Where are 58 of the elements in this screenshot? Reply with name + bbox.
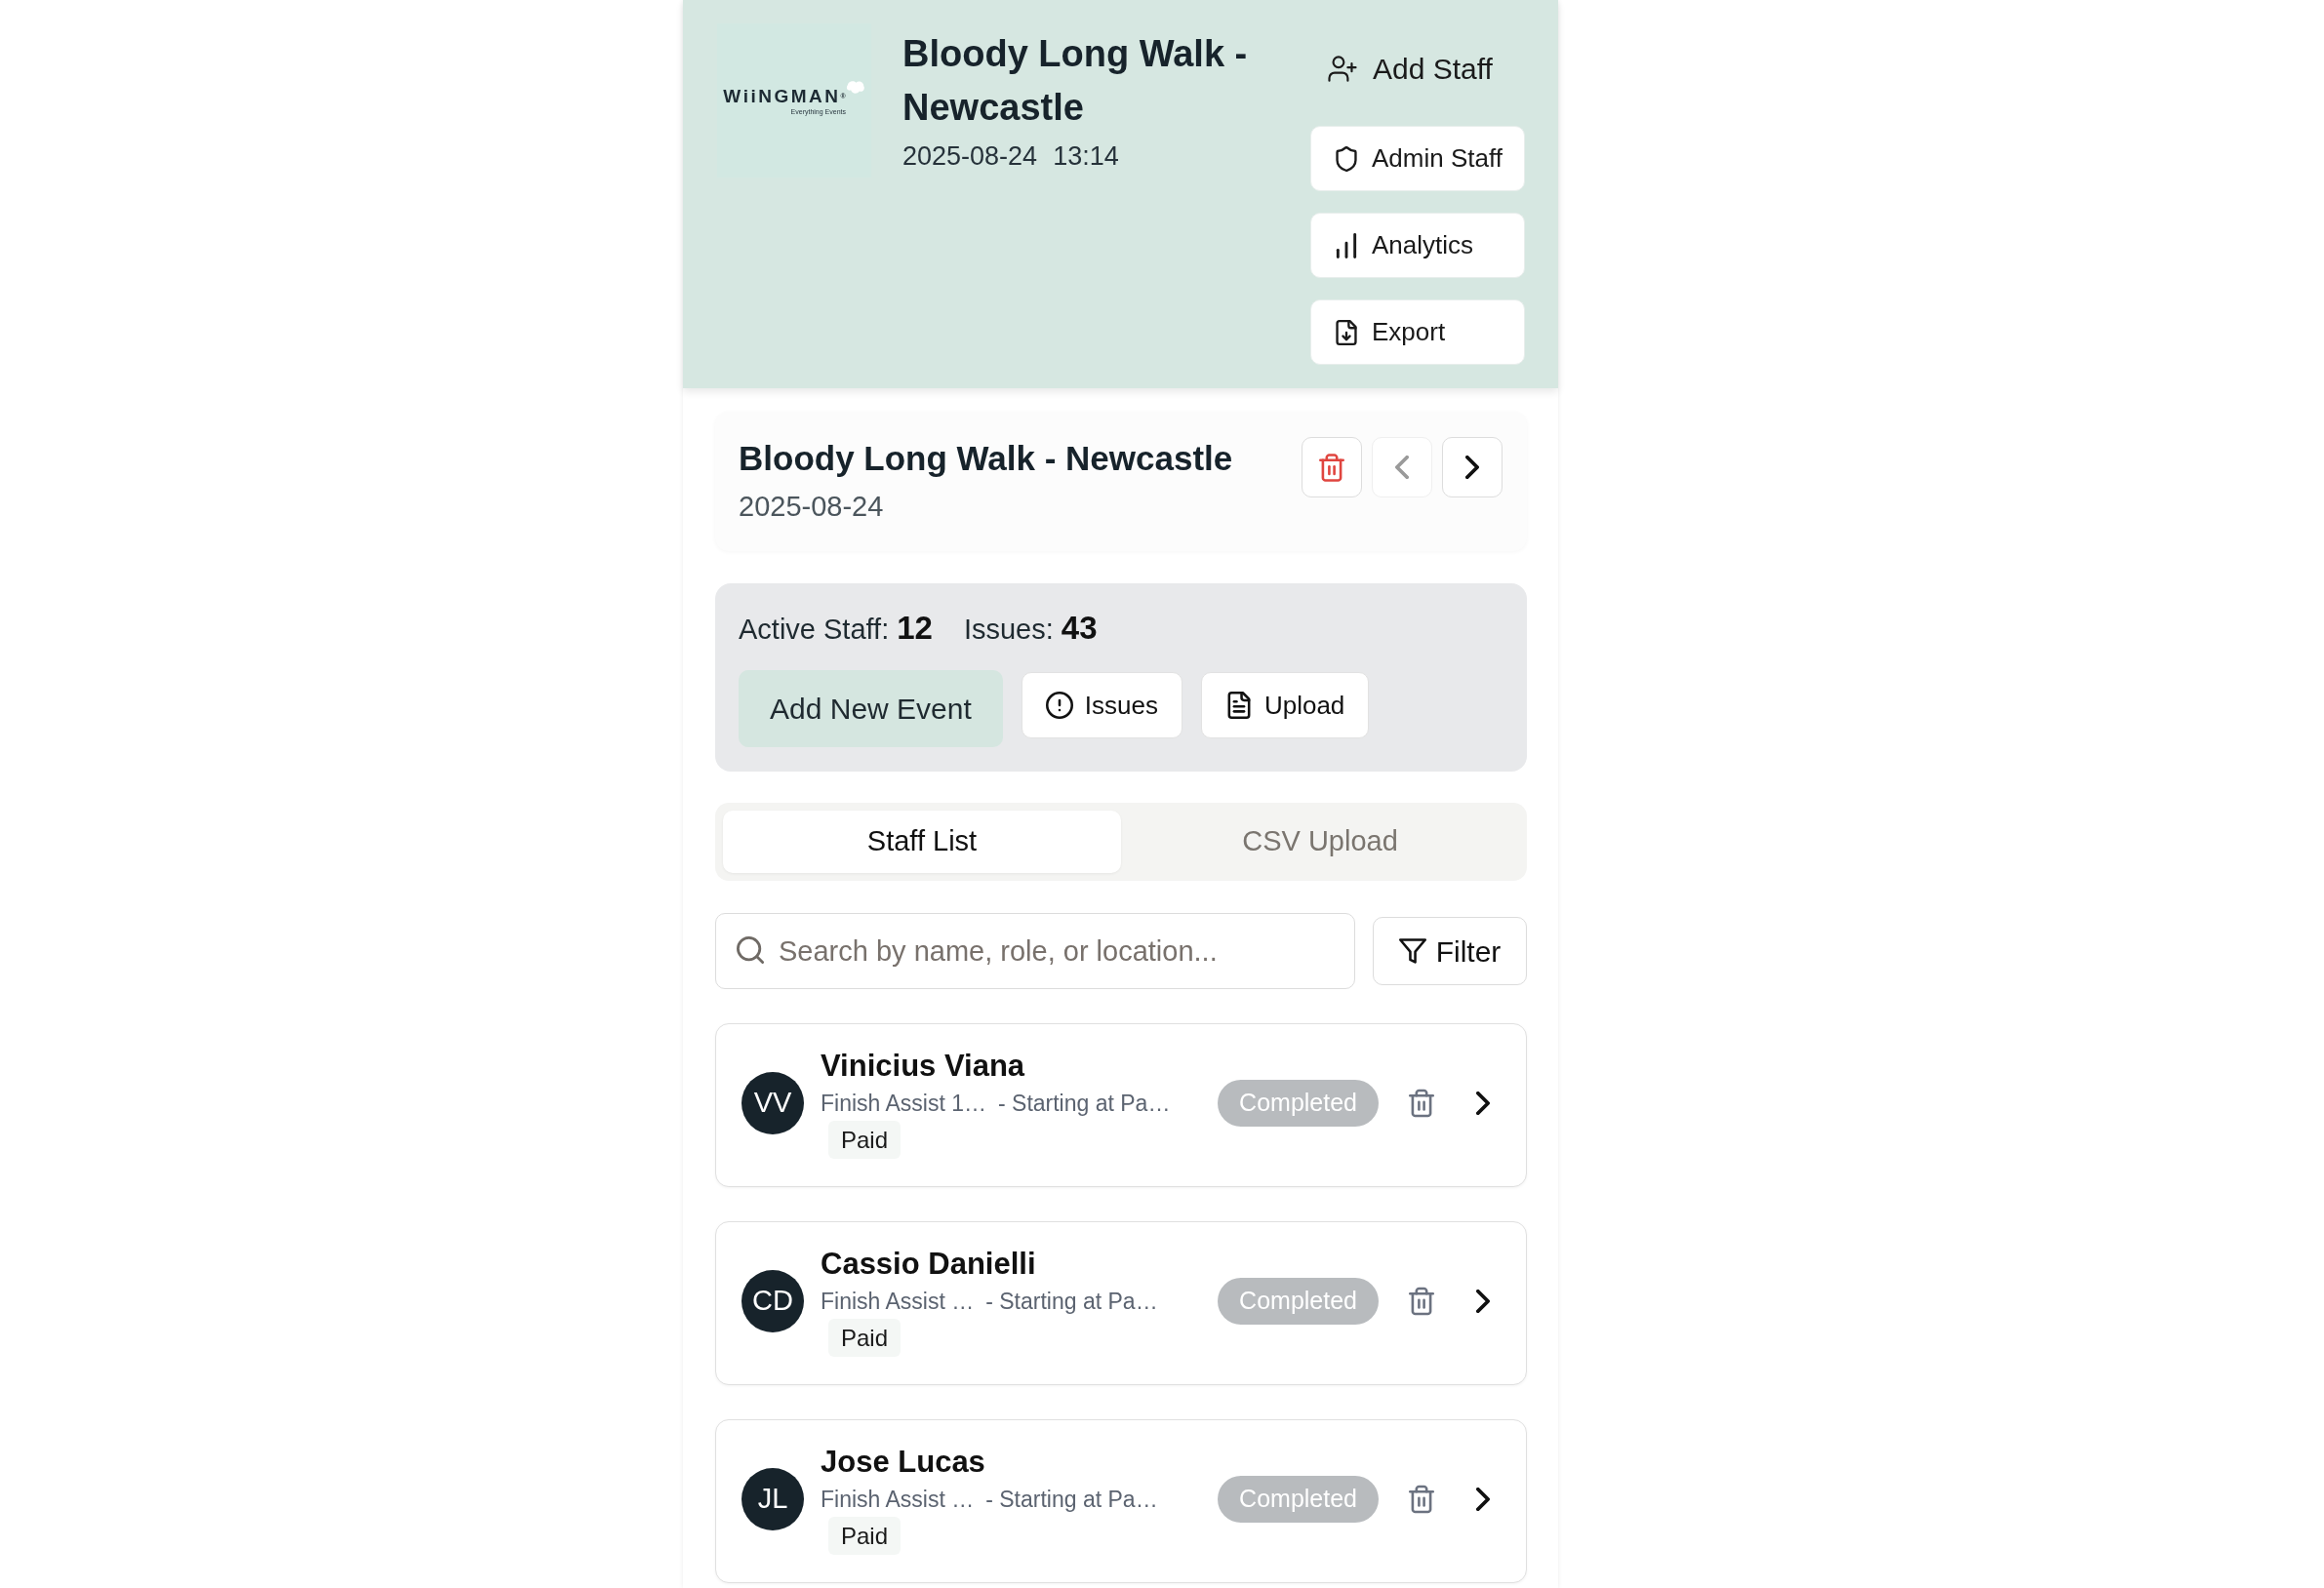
trash-icon[interactable] [1409, 1088, 1434, 1118]
staff-location: - Starting at Pa… [998, 1090, 1171, 1118]
stat-value: 12 [897, 609, 933, 648]
payment-tag: Paid [828, 1121, 902, 1159]
bar-chart-icon [1335, 232, 1358, 258]
status-pill: Completed [1218, 1079, 1379, 1127]
trash-icon[interactable] [1409, 1484, 1434, 1514]
trash-icon [1319, 453, 1344, 482]
trash-icon[interactable] [1409, 1286, 1434, 1316]
avatar: CD [741, 1269, 804, 1332]
avatar: JL [741, 1467, 804, 1530]
avatar: VV [741, 1071, 804, 1134]
action-button[interactable]: Issues [1021, 672, 1182, 738]
search-field[interactable]: Search by name, role, or location... [715, 913, 1355, 989]
filter-button[interactable]: Filter [1373, 917, 1527, 985]
staff-location: - Starting at Pa… [985, 1288, 1158, 1316]
staff-name: Vinicius Viana [821, 1048, 1025, 1085]
event-title: Bloody Long Walk - Newcastle [739, 438, 1233, 479]
staff-role: Finish Assist … [821, 1288, 975, 1316]
text-button[interactable]: Add Staff [1310, 39, 1525, 98]
chevron-left-icon [1395, 456, 1409, 479]
event-date: 2025-08-24 [739, 490, 884, 524]
action-button[interactable]: Export [1310, 299, 1525, 365]
staff-role: Finish Assist 1… [821, 1090, 986, 1118]
file-download-icon [1335, 319, 1358, 345]
chevron-right-icon[interactable] [1476, 1487, 1490, 1511]
add-event-button[interactable]: Add New Event [739, 670, 1003, 747]
staff-name: Jose Lucas [821, 1444, 985, 1481]
event-time: 13:14 [1053, 140, 1119, 173]
payment-tag: Paid [828, 1517, 902, 1555]
event-title: Bloody Long Walk - Newcastle [902, 32, 1249, 130]
chevron-right-icon [1465, 456, 1479, 479]
stat-value: 43 [1061, 609, 1098, 648]
status-pill: Completed [1218, 1277, 1379, 1325]
event-date: 2025-08-24 [902, 140, 1038, 173]
tab[interactable]: Staff List [723, 811, 1121, 873]
action-button[interactable]: Upload [1200, 672, 1370, 738]
delete-button[interactable] [1302, 437, 1362, 497]
staff-location: - Starting at Pa… [985, 1486, 1158, 1514]
stat-label: Active Staff: [739, 613, 890, 647]
staff-name: Cassio Danielli [821, 1246, 1036, 1283]
filter-icon [1398, 938, 1426, 964]
next-button[interactable] [1442, 437, 1503, 497]
action-button[interactable]: Admin Staff [1310, 126, 1525, 191]
tab[interactable]: CSV Upload [1121, 811, 1519, 873]
action-button[interactable]: Analytics [1310, 213, 1525, 278]
search-icon [737, 936, 764, 964]
shield-icon [1335, 145, 1358, 172]
user-plus-icon [1328, 55, 1357, 82]
payment-tag: Paid [828, 1319, 902, 1357]
logo-wordmark: WiiNGMAN$^{®}$ [723, 86, 846, 105]
status-pill: Completed [1218, 1475, 1379, 1523]
staff-role: Finish Assist … [821, 1486, 975, 1514]
chevron-right-icon[interactable] [1476, 1091, 1490, 1115]
chevron-right-icon[interactable] [1476, 1289, 1490, 1313]
alert-circle-icon [1045, 692, 1073, 719]
paint-splash-icon [845, 79, 865, 95]
stat-label: Issues: [963, 613, 1054, 647]
